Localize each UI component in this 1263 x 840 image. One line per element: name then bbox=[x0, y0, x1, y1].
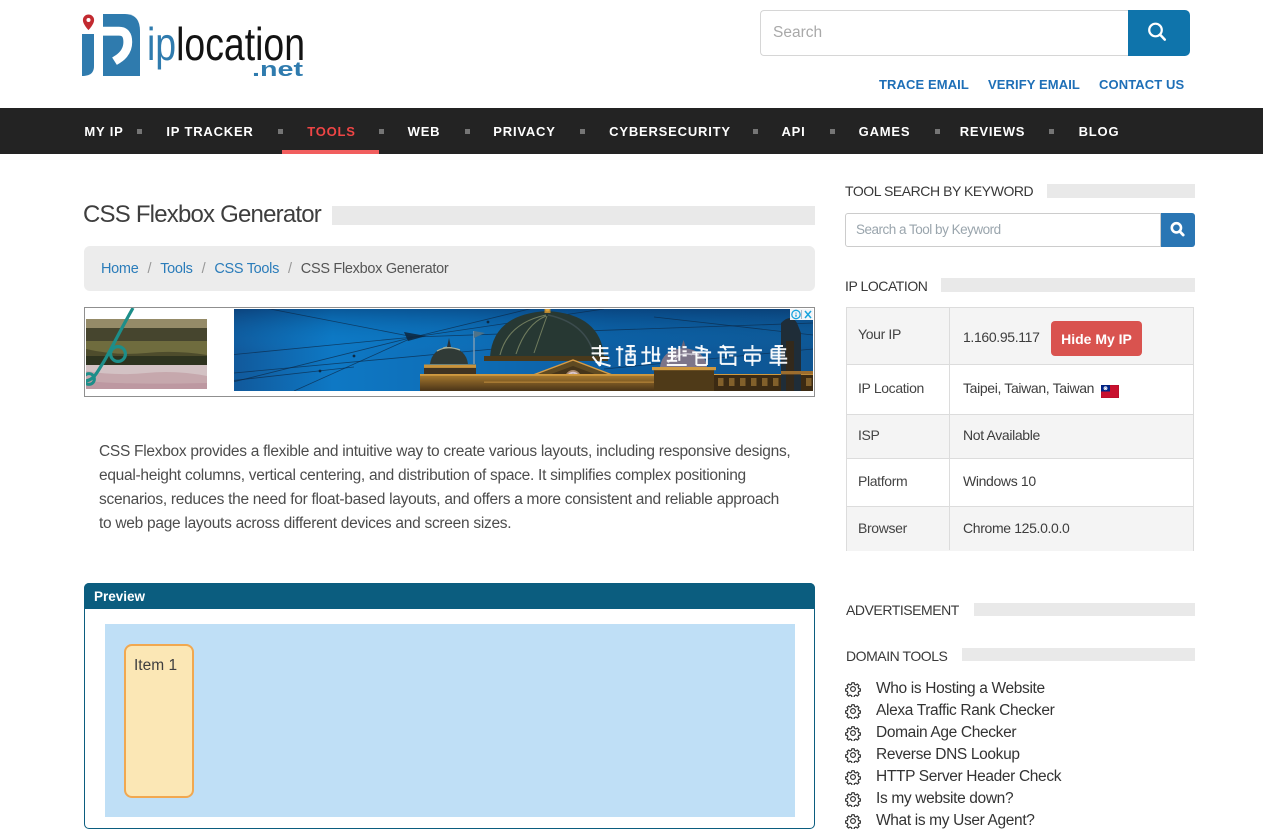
svg-text:.net: .net bbox=[252, 59, 303, 80]
